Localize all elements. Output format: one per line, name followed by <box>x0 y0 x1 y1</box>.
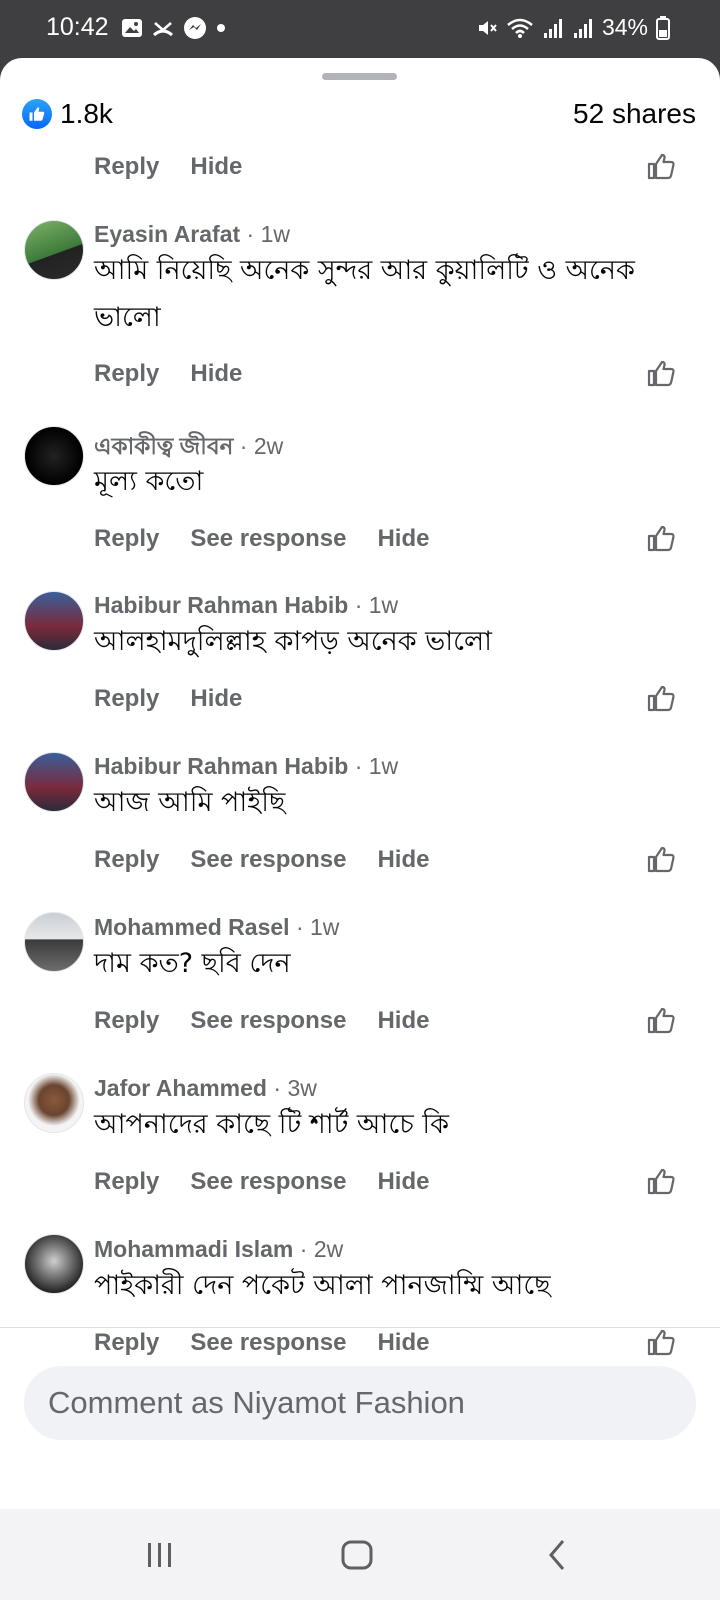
like-icon[interactable] <box>645 150 677 182</box>
hide-button[interactable]: Hide <box>377 525 429 553</box>
hide-button[interactable]: Hide <box>377 1168 429 1196</box>
avatar[interactable] <box>24 591 84 651</box>
avatar[interactable] <box>24 426 84 486</box>
hide-button[interactable]: Hide <box>377 1329 429 1357</box>
comment-time[interactable]: 2w <box>254 433 283 459</box>
comment-time[interactable]: 1w <box>369 753 398 779</box>
comment-actions: Reply Hide <box>94 360 273 388</box>
recent-apps-icon[interactable] <box>140 1537 180 1573</box>
comment-input[interactable] <box>24 1366 696 1440</box>
reply-button[interactable]: Reply <box>94 685 159 713</box>
avatar[interactable] <box>24 752 84 812</box>
avatar[interactable] <box>24 1073 84 1133</box>
commenter-name[interactable]: Eyasin Arafat <box>94 221 240 247</box>
system-nav-bar <box>0 1509 720 1600</box>
commenter-name[interactable]: Jafor Ahammed <box>94 1075 267 1101</box>
system-status: 34% <box>476 14 670 41</box>
comment-text: আলহামদুলিল্লাহ কাপড় অনেক ভালো <box>94 626 492 657</box>
comment-time[interactable]: 1w <box>310 914 339 940</box>
comments-sheet: 1.8k 52 shares Reply Hide Eyasin Arafat … <box>0 58 720 1509</box>
comment-header: Jafor Ahammed · 3w <box>94 1075 317 1101</box>
comment-actions: Reply See response Hide <box>94 846 460 874</box>
shares-count[interactable]: 52 shares <box>573 98 696 130</box>
comment-text: দাম কত? ছবি দেন <box>94 948 291 979</box>
like-icon[interactable] <box>645 1326 677 1358</box>
comment-actions: Reply See response Hide <box>94 1007 460 1035</box>
back-icon[interactable] <box>537 1537 577 1573</box>
reply-button[interactable]: Reply <box>94 1329 159 1357</box>
battery-icon <box>656 15 670 40</box>
avatar[interactable] <box>24 912 84 972</box>
composer-divider <box>0 1327 720 1328</box>
status-bar: 10:42 34% <box>0 0 720 58</box>
reaction-summary[interactable]: 1.8k <box>22 98 113 130</box>
commenter-name[interactable]: একাকীত্ব জীবন <box>94 433 233 459</box>
comment-actions: Reply See response Hide <box>94 525 460 553</box>
messenger-icon <box>184 17 206 39</box>
comment-text: আজ আমি পাইছি <box>94 787 286 818</box>
home-icon[interactable] <box>337 1537 377 1573</box>
mute-icon <box>478 20 497 35</box>
dot-icon <box>217 24 225 32</box>
hide-button[interactable]: Hide <box>190 153 242 181</box>
commenter-name[interactable]: Habibur Rahman Habib <box>94 592 348 618</box>
comment-text: আমি নিয়েছি অনেক সুন্দর আর কুয়ালিটি ও অ… <box>94 255 635 333</box>
notification-icons <box>121 16 226 40</box>
like-icon[interactable] <box>645 843 677 875</box>
comment-actions: Reply See response Hide <box>94 1329 460 1357</box>
comment-time[interactable]: 2w <box>314 1236 343 1262</box>
comment-actions: Reply Hide <box>94 685 273 713</box>
gallery-icon <box>122 19 142 37</box>
reply-button[interactable]: Reply <box>94 1168 159 1196</box>
like-icon[interactable] <box>645 357 677 389</box>
comment-header: Eyasin Arafat · 1w <box>94 221 291 247</box>
status-time: 10:42 <box>46 13 109 41</box>
hide-button[interactable]: Hide <box>190 360 242 388</box>
hide-button[interactable]: Hide <box>377 846 429 874</box>
commenter-name[interactable]: Mohammed Rasel <box>94 914 290 940</box>
like-icon[interactable] <box>645 522 677 554</box>
avatar[interactable] <box>24 220 84 280</box>
reply-button[interactable]: Reply <box>94 153 159 181</box>
comment-actions: Reply Hide <box>94 153 273 181</box>
see-response-button[interactable]: See response <box>190 846 346 874</box>
reaction-count: 1.8k <box>60 98 113 129</box>
see-response-button[interactable]: See response <box>190 525 346 553</box>
comment-time[interactable]: 1w <box>261 221 290 247</box>
see-response-button[interactable]: See response <box>190 1168 346 1196</box>
reply-button[interactable]: Reply <box>94 360 159 388</box>
like-icon[interactable] <box>645 1165 677 1197</box>
comment-text: পাইকারী দেন পকেট আলা পানজাম্মি আছে <box>94 1270 551 1301</box>
avatar[interactable] <box>24 1234 84 1294</box>
signal-icon <box>543 18 562 38</box>
comment-header: Mohammadi Islam · 2w <box>94 1236 344 1262</box>
hide-button[interactable]: Hide <box>377 1007 429 1035</box>
see-response-button[interactable]: See response <box>190 1329 346 1357</box>
comment-time[interactable]: 1w <box>369 592 398 618</box>
wifi-icon <box>507 18 533 38</box>
like-icon[interactable] <box>645 1004 677 1036</box>
drag-handle[interactable] <box>322 73 397 80</box>
reply-button[interactable]: Reply <box>94 1007 159 1035</box>
comment-text: মূল্য কতো <box>94 466 204 497</box>
comment-header: Mohammed Rasel · 1w <box>94 914 340 940</box>
commenter-name[interactable]: Mohammadi Islam <box>94 1236 293 1262</box>
comment-header: Habibur Rahman Habib · 1w <box>94 592 399 618</box>
reply-button[interactable]: Reply <box>94 525 159 553</box>
comment-text: আপনাদের কাছে টি শার্ট আচে কি <box>94 1109 449 1140</box>
reply-button[interactable]: Reply <box>94 846 159 874</box>
signal-icon <box>573 18 592 38</box>
like-reaction-icon <box>22 99 52 129</box>
comment-actions: Reply See response Hide <box>94 1168 460 1196</box>
battery-percent: 34% <box>601 14 648 40</box>
comment-header: Habibur Rahman Habib · 1w <box>94 753 399 779</box>
hide-button[interactable]: Hide <box>190 685 242 713</box>
missed-call-icon <box>153 22 173 37</box>
comment-time[interactable]: 3w <box>287 1075 316 1101</box>
like-icon[interactable] <box>645 682 677 714</box>
commenter-name[interactable]: Habibur Rahman Habib <box>94 753 348 779</box>
see-response-button[interactable]: See response <box>190 1007 346 1035</box>
